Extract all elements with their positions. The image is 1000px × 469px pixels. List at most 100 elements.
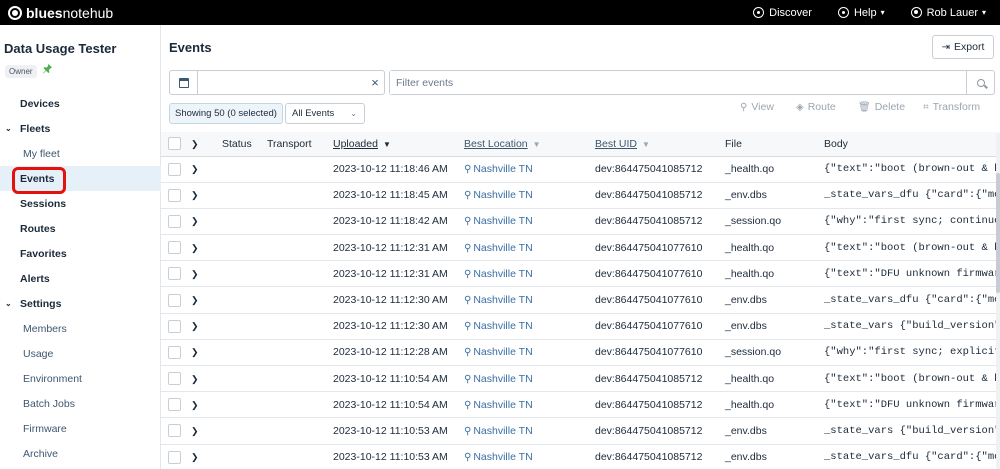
sidebar-item-usage[interactable]: Usage	[0, 341, 161, 366]
chevron-right-icon[interactable]: ❯	[191, 190, 199, 200]
discover-link[interactable]: Discover	[753, 7, 812, 19]
table-row[interactable]: ❯ 2023-10-12 11:12:30 AM ⚲ Nashville TN dev:…	[161, 286, 1000, 314]
row-checkbox[interactable]	[168, 372, 181, 386]
row-uid: dev:864475041085712	[589, 365, 719, 393]
table-row[interactable]: ❯ 2023-10-12 11:10:54 AM ⚲ Nashville TN dev:…	[161, 365, 1000, 393]
row-location[interactable]: ⚲ Nashville TN	[458, 339, 589, 367]
sidebar-item-archive[interactable]: Archive	[0, 441, 161, 466]
chevron-right-icon[interactable]: ❯	[191, 164, 199, 174]
row-expand-cell: ❯	[191, 313, 222, 340]
row-checkbox[interactable]	[168, 398, 181, 412]
chevron-right-icon[interactable]: ❯	[191, 426, 199, 436]
clear-date-icon[interactable]: ×	[366, 75, 384, 90]
sidebar-item-devices[interactable]: Devices	[0, 91, 161, 116]
user-menu[interactable]: Rob Lauer ▾	[910, 6, 986, 19]
row-checkbox[interactable]	[168, 188, 181, 202]
row-checkbox[interactable]	[168, 267, 181, 281]
sidebar-item-environment[interactable]: Environment	[0, 366, 161, 391]
table-row[interactable]: ❯ 2023-10-12 11:18:45 AM ⚲ Nashville TN dev:…	[161, 182, 1000, 209]
sidebar-item-events[interactable]: Events	[0, 166, 161, 194]
events-table-body: ❯ 2023-10-12 11:18:46 AM ⚲ Nashville TN dev:…	[161, 156, 1000, 469]
row-checkbox[interactable]	[168, 424, 181, 438]
row-checkbox[interactable]	[168, 345, 181, 359]
sidebar-item-members[interactable]: Members	[0, 316, 161, 341]
route-button[interactable]: ◈ Route	[796, 101, 836, 113]
row-checkbox[interactable]	[168, 450, 181, 464]
sidebar-item-batch-jobs[interactable]: Batch Jobs	[0, 391, 161, 416]
scrollbar-thumb[interactable]	[996, 173, 1000, 293]
row-location[interactable]: ⚲ Nashville TN	[458, 234, 589, 262]
table-row[interactable]: ❯ 2023-10-12 11:12:31 AM ⚲ Nashville TN dev:…	[161, 260, 1000, 288]
calendar-button[interactable]	[170, 71, 198, 94]
filter-events-input[interactable]	[390, 71, 966, 94]
location-pin-icon: ⚲	[464, 373, 472, 385]
column-uploaded[interactable]: Uploaded ▼	[327, 132, 458, 157]
chevron-right-icon[interactable]: ❯	[191, 216, 199, 226]
row-checkbox[interactable]	[168, 293, 181, 307]
row-file: _health.qo	[719, 365, 818, 393]
table-row[interactable]: ❯ 2023-10-12 11:18:46 AM ⚲ Nashville TN dev:…	[161, 156, 1000, 183]
sidebar-item-settings[interactable]: ⌄ Settings	[0, 291, 161, 316]
logo-text-bold: blues	[26, 4, 63, 21]
sidebar-item-favorites[interactable]: Favorites	[0, 241, 161, 266]
search-button[interactable]	[966, 71, 994, 94]
export-button[interactable]: ⇥ Export	[932, 35, 994, 59]
row-location[interactable]: ⚲ Nashville TN	[458, 313, 589, 340]
chevron-right-icon[interactable]: ❯	[191, 374, 199, 384]
row-checkbox[interactable]	[168, 214, 181, 228]
transform-button[interactable]: ⌗ Transform	[923, 101, 980, 113]
sidebar-item-alerts[interactable]: Alerts	[0, 266, 161, 291]
table-row[interactable]: ❯ 2023-10-12 11:10:53 AM ⚲ Nashville TN dev:…	[161, 417, 1000, 445]
row-checkbox[interactable]	[168, 162, 181, 176]
pin-icon[interactable]	[42, 63, 53, 74]
table-row[interactable]: ❯ 2023-10-12 11:18:42 AM ⚲ Nashville TN dev:…	[161, 208, 1000, 236]
chevron-right-icon[interactable]: ❯	[191, 295, 199, 305]
delete-button[interactable]: 🗑︎ Delete	[858, 101, 905, 113]
column-best-uid[interactable]: Best UID ▼	[589, 132, 719, 157]
row-location[interactable]: ⚲ Nashville TN	[458, 156, 589, 183]
row-location[interactable]: ⚲ Nashville TN	[458, 286, 589, 314]
chevron-right-icon[interactable]: ❯	[191, 269, 199, 279]
chevron-down-icon: ⌄	[350, 109, 357, 118]
project-title[interactable]: Data Usage Tester	[4, 41, 116, 56]
chevron-right-icon[interactable]: ❯	[191, 243, 199, 253]
table-row[interactable]: ❯ 2023-10-12 11:12:31 AM ⚲ Nashville TN dev:…	[161, 234, 1000, 262]
view-button[interactable]: ⚲ View	[740, 101, 774, 113]
chevron-right-icon[interactable]: ❯	[191, 347, 199, 357]
row-location[interactable]: ⚲ Nashville TN	[458, 444, 589, 469]
table-row[interactable]: ❯ 2023-10-12 11:10:54 AM ⚲ Nashville TN dev:…	[161, 391, 1000, 419]
sidebar-item-firmware[interactable]: Firmware	[0, 416, 161, 441]
row-location[interactable]: ⚲ Nashville TN	[458, 417, 589, 445]
sidebar-item-label: Favorites	[20, 247, 67, 260]
user-name: Rob Lauer	[926, 6, 978, 19]
table-row[interactable]: ❯ 2023-10-12 11:12:28 AM ⚲ Nashville TN dev:…	[161, 339, 1000, 367]
help-menu[interactable]: Help ▾	[837, 7, 885, 19]
sidebar-item-fleets[interactable]: ⌄ Fleets	[0, 116, 161, 141]
chevron-right-icon[interactable]: ❯	[191, 452, 199, 462]
chevron-right-icon[interactable]: ❯	[191, 400, 199, 410]
sidebar-item-sessions[interactable]: Sessions	[0, 191, 161, 216]
row-location[interactable]: ⚲ Nashville TN	[458, 391, 589, 419]
row-expand-cell: ❯	[191, 182, 222, 209]
row-location[interactable]: ⚲ Nashville TN	[458, 365, 589, 393]
event-type-select[interactable]: All Events ⌄	[285, 103, 365, 124]
row-location[interactable]: ⚲ Nashville TN	[458, 260, 589, 288]
select-all-checkbox[interactable]	[168, 137, 181, 151]
row-location-label: Nashville TN	[473, 163, 533, 176]
sidebar-item-my-fleet[interactable]: My fleet	[0, 141, 161, 166]
notehub-logo[interactable]: blues notehub	[8, 5, 113, 21]
row-checkbox[interactable]	[168, 241, 181, 255]
row-location[interactable]: ⚲ Nashville TN	[458, 182, 589, 209]
table-row[interactable]: ❯ 2023-10-12 11:12:30 AM ⚲ Nashville TN dev:…	[161, 313, 1000, 340]
row-checkbox[interactable]	[168, 319, 181, 333]
chevron-right-icon[interactable]: ❯	[191, 139, 199, 149]
table-scrollbar[interactable]	[996, 133, 1000, 469]
date-range-input[interactable]	[198, 71, 366, 94]
row-location[interactable]: ⚲ Nashville TN	[458, 208, 589, 236]
column-best-location[interactable]: Best Location ▼	[458, 132, 589, 157]
row-expand-cell: ❯	[191, 208, 222, 236]
sidebar-item-routes[interactable]: Routes	[0, 216, 161, 241]
table-row[interactable]: ❯ 2023-10-12 11:10:53 AM ⚲ Nashville TN dev:…	[161, 444, 1000, 469]
row-uploaded: 2023-10-12 11:12:30 AM	[327, 313, 458, 340]
chevron-right-icon[interactable]: ❯	[191, 321, 199, 331]
